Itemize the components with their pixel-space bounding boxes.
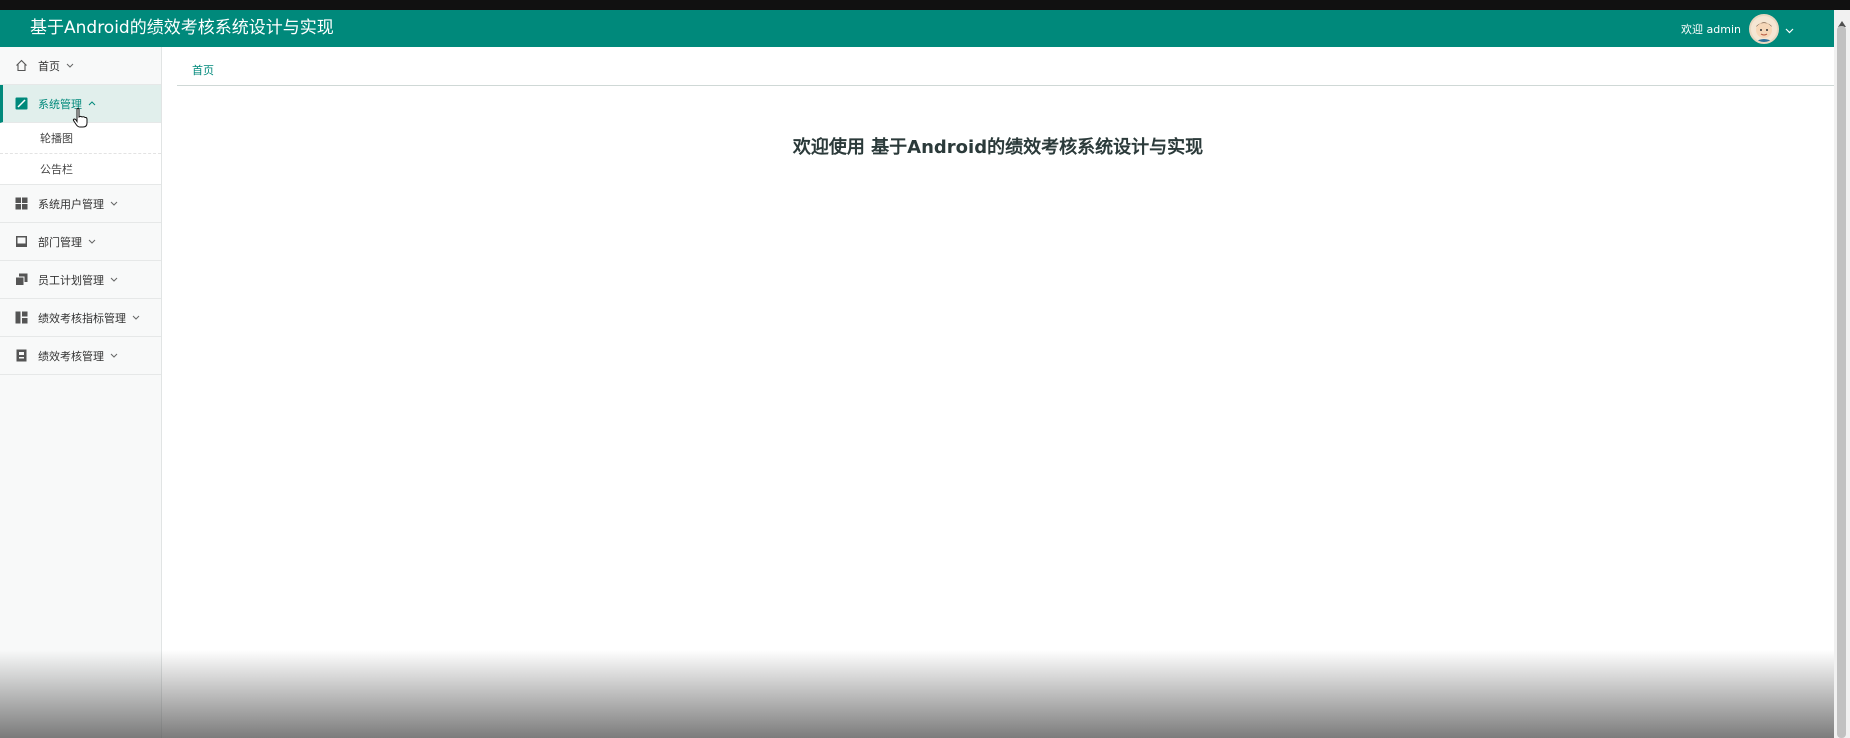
hand-cursor-icon: [72, 108, 88, 132]
sidebar-item-employee-plan[interactable]: 员工计划管理: [0, 261, 161, 299]
sidebar-item-label: 系统用户管理: [38, 197, 104, 211]
main-content: 首页 欢迎使用 基于Android的绩效考核系统设计与实现: [162, 47, 1835, 738]
chevron-down-icon[interactable]: [1785, 19, 1794, 38]
sidebar-item-system-users[interactable]: 系统用户管理: [0, 185, 161, 223]
sidebar-item-label: 绩效考核指标管理: [38, 311, 126, 325]
chevron-down-icon: [110, 201, 118, 206]
grid-icon: [14, 197, 28, 211]
chevron-up-icon: [88, 101, 96, 106]
clipboard-icon: [14, 349, 28, 363]
sidebar-item-performance-review[interactable]: 绩效考核管理: [0, 337, 161, 375]
chevron-down-icon: [66, 63, 74, 68]
chevron-down-icon: [110, 353, 118, 358]
sidebar-item-label: 部门管理: [38, 235, 82, 249]
copy-icon: [14, 273, 28, 287]
sidebar-item-label: 绩效考核管理: [38, 349, 104, 363]
dashboard-icon: [14, 311, 28, 325]
chevron-down-icon: [132, 315, 140, 320]
app-title: 基于Android的绩效考核系统设计与实现: [30, 18, 334, 38]
user-menu[interactable]: 欢迎 admin: [1681, 10, 1794, 47]
app-header: 基于Android的绩效考核系统设计与实现 欢迎 admin: [0, 10, 1834, 47]
scrollbar-thumb[interactable]: [1837, 26, 1846, 738]
window-top-strip: [0, 0, 1850, 10]
welcome-user-text: 欢迎 admin: [1681, 22, 1741, 36]
sidebar: 首页 系统管理 轮播图 公告栏 系统用户管理 部门管理 员工计划管理 绩效考核指…: [0, 47, 162, 738]
home-icon: [14, 59, 28, 73]
avatar-icon[interactable]: [1749, 13, 1779, 44]
chevron-down-icon: [110, 277, 118, 282]
sidebar-subitem-notice[interactable]: 公告栏: [0, 154, 161, 185]
sidebar-item-kpi-indicators[interactable]: 绩效考核指标管理: [0, 299, 161, 337]
chevron-down-icon: [88, 239, 96, 244]
welcome-heading: 欢迎使用 基于Android的绩效考核系统设计与实现: [792, 137, 1204, 158]
breadcrumb-home-link[interactable]: 首页: [192, 62, 214, 78]
sidebar-item-home[interactable]: 首页: [0, 47, 161, 85]
system-icon: [14, 97, 28, 111]
department-icon: [14, 235, 28, 249]
sidebar-item-department[interactable]: 部门管理: [0, 223, 161, 261]
sidebar-item-label: 首页: [38, 59, 60, 73]
vertical-scrollbar[interactable]: [1834, 10, 1850, 738]
breadcrumb: 首页: [177, 47, 1835, 86]
sidebar-item-label: 员工计划管理: [38, 273, 104, 287]
